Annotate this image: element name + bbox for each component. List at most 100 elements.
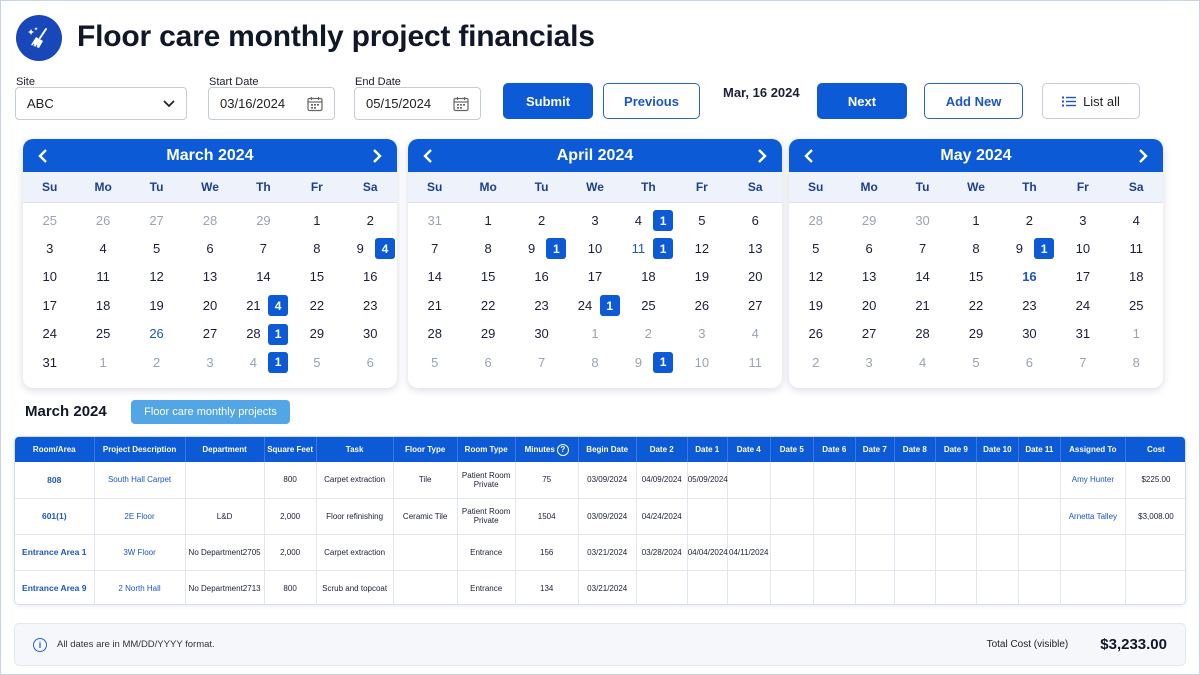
previous-button[interactable]: Previous [603,83,700,119]
calendar-day[interactable]: 22 [949,291,1002,319]
project-description-link[interactable]: 2 North Hall [94,570,186,604]
calendar-day[interactable]: 28 [896,320,949,348]
event-count-badge[interactable]: 1 [653,351,674,373]
calendar-day[interactable]: 24 1 [568,291,621,319]
calendar-day[interactable]: 27 [842,320,895,348]
calendar-day[interactable]: 7 [408,234,461,262]
calendar-day[interactable]: 11 [1110,234,1163,262]
event-count-badge[interactable]: 1 [1034,238,1055,260]
list-all-button[interactable]: List all [1042,83,1140,119]
calendar-day[interactable]: 16 [515,263,568,291]
calendar-day[interactable]: 18 [76,291,129,319]
start-date-input[interactable]: 03/16/2024 [208,87,335,120]
column-header[interactable]: Date 1 [687,437,728,462]
calendar-day[interactable]: 2 [344,206,397,234]
calendar-day[interactable]: 23 [515,291,568,319]
column-header[interactable]: Room/Area [15,437,95,462]
calendar-day[interactable]: 23 [1003,291,1056,319]
calendar-day[interactable]: 91 [515,234,568,262]
add-new-button[interactable]: Add New [924,83,1023,119]
chevron-right-icon[interactable] [752,146,772,166]
calendar-day[interactable]: 6 [183,234,236,262]
calendar-day[interactable]: 20 [842,291,895,319]
calendar-day[interactable]: 29 [290,320,343,348]
calendar-day[interactable]: 91 [1003,234,1056,262]
calendar-day[interactable]: 6 [461,348,514,376]
calendar-day[interactable]: 5 [675,206,728,234]
calendar-day[interactable]: 4 [896,348,949,376]
calendar-day[interactable]: 20 [183,291,236,319]
calendar-day[interactable]: 21 4 [237,291,290,319]
calendar-day[interactable]: 5 [949,348,1002,376]
calendar-day[interactable]: 18 [1110,263,1163,291]
calendar-day[interactable]: 4 [729,320,782,348]
column-header[interactable]: Assigned To [1060,437,1126,462]
column-header[interactable]: Begin Date [578,437,637,462]
calendar-day[interactable]: 26 [76,206,129,234]
calendar-day[interactable]: 30 [515,320,568,348]
calendar-day[interactable]: 21 [408,291,461,319]
calendar-day[interactable]: 27 [183,320,236,348]
calendar-day[interactable]: 22 [290,291,343,319]
assigned-to-link[interactable] [1060,570,1126,604]
calendar-day[interactable]: 29 [237,206,290,234]
table-row[interactable]: 601(1) 2E Floor L&D 2,000 Floor refinishing C… [15,498,1185,535]
calendar-day[interactable]: 17 [1056,263,1109,291]
calendar-day[interactable]: 1 [290,206,343,234]
calendar-day[interactable]: 14 [237,263,290,291]
calendar-icon[interactable] [453,96,469,112]
column-header[interactable]: Date 9 [935,437,977,462]
site-select[interactable]: ABC [15,87,187,120]
calendar-day[interactable]: 19 [130,291,183,319]
calendar-day[interactable]: 8 [949,234,1002,262]
assigned-to-link[interactable]: Arnetta Talley [1060,498,1126,535]
chevron-right-icon[interactable] [367,146,387,166]
submit-button[interactable]: Submit [503,83,593,119]
column-header[interactable]: Cost [1125,437,1185,462]
calendar-day[interactable]: 2 [130,348,183,376]
calendar-day[interactable]: 6 [842,234,895,262]
calendar-day[interactable]: 41 [622,206,675,234]
calendar-day[interactable]: 3 [675,320,728,348]
calendar-day[interactable]: 27 [130,206,183,234]
calendar-day[interactable]: 3 [842,348,895,376]
calendar-day[interactable]: 12 [789,263,842,291]
calendar-day[interactable]: 2 [515,206,568,234]
calendar-day[interactable]: 26 [789,320,842,348]
end-date-input[interactable]: 05/15/2024 [354,87,481,120]
calendar-day[interactable]: 31 [23,348,76,376]
next-button[interactable]: Next [817,83,907,119]
column-header[interactable]: Date 4 [727,437,771,462]
calendar-day[interactable]: 22 [461,291,514,319]
calendar-day[interactable]: 30 [896,206,949,234]
calendar-day[interactable]: 3 [23,234,76,262]
column-header[interactable]: Task [316,437,394,462]
calendar-day[interactable]: 5 [290,348,343,376]
column-header[interactable]: Square Feet [264,437,317,462]
calendar-day[interactable]: 21 [896,291,949,319]
event-count-badge[interactable]: 1 [653,210,674,231]
calendar-day[interactable]: 3 [568,206,621,234]
table-row[interactable]: Entrance Area 1 3W Floor No Department2705… [15,534,1185,571]
calendar-day[interactable]: 5 [789,234,842,262]
project-description-link[interactable]: 3W Floor [94,534,186,571]
column-header[interactable]: Date 5 [770,437,814,462]
calendar-day[interactable]: 6 [729,206,782,234]
calendar-day[interactable]: 8 [568,348,621,376]
calendar-day[interactable]: 13 [842,263,895,291]
calendar-day[interactable]: 1 [461,206,514,234]
table-row[interactable]: 808 South Hall Carpet 800 Carpet extraction… [15,462,1185,499]
calendar-day[interactable]: 1 [949,206,1002,234]
chevron-left-icon[interactable] [33,146,53,166]
room-area-link[interactable]: Entrance Area 1 [15,534,95,571]
column-header[interactable]: Date 7 [855,437,895,462]
calendar-day[interactable]: 10 [675,348,728,376]
calendar-day[interactable]: 19 [675,263,728,291]
room-area-link[interactable]: Entrance Area 9 [15,570,95,604]
calendar-day[interactable]: 6 [344,348,397,376]
calendar-day[interactable]: 8 [290,234,343,262]
column-header[interactable]: Date 11 [1018,437,1061,462]
calendar-day[interactable]: 19 [789,291,842,319]
column-header[interactable]: Floor Type [393,437,458,462]
event-count-badge[interactable]: 1 [546,238,567,260]
